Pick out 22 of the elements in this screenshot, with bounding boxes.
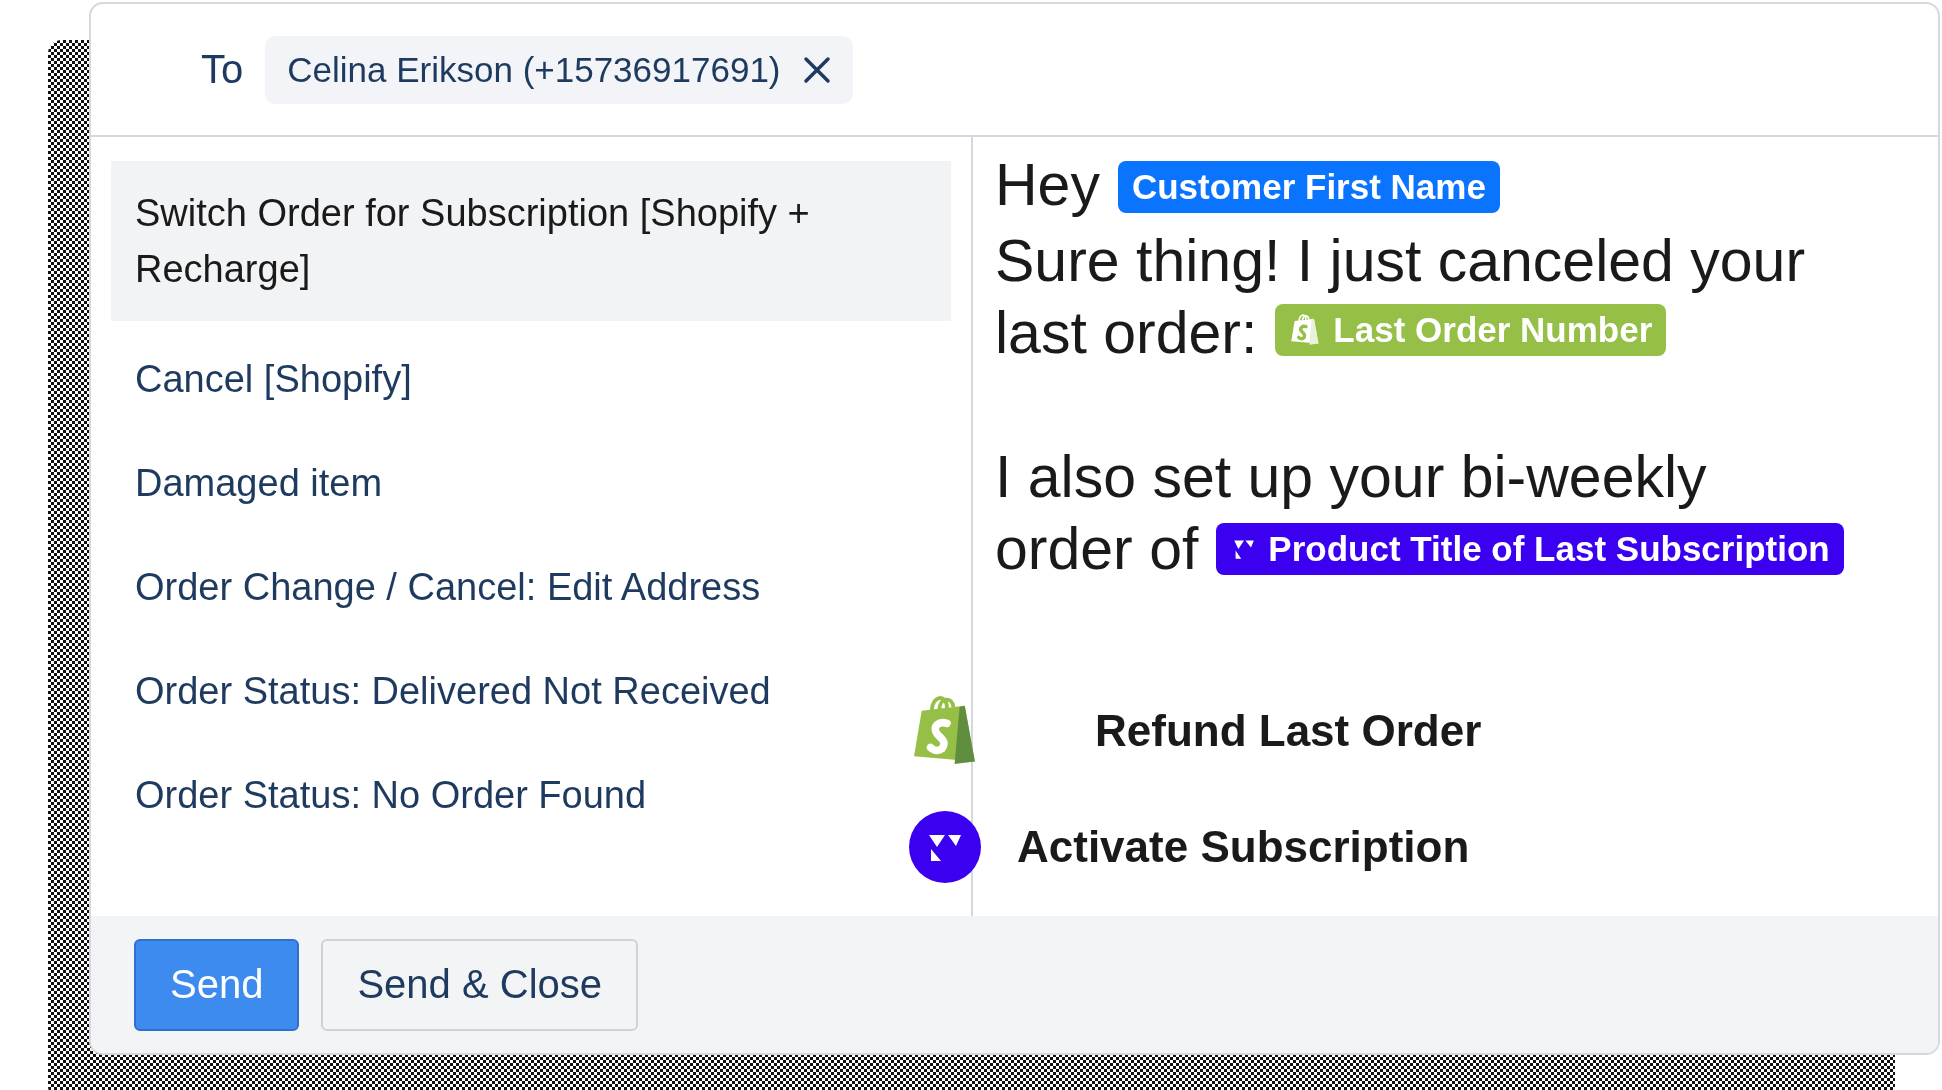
variable-tag: Last Order Number [1275, 304, 1667, 356]
message-text: I also set up your bi-weekly [995, 444, 1707, 510]
macro-item[interactable]: Switch Order for Subscription [Shopify + Recharge] [111, 161, 951, 321]
message-text: Sure thing! I just canceled your [995, 228, 1806, 294]
message-text: Hey [995, 152, 1100, 218]
action-label[interactable]: Refund Last Order [1095, 706, 1482, 756]
variable-tag: Product Title of Last Subscription [1216, 523, 1844, 575]
recipient-name: Celina Erikson (+15736917691) [287, 49, 781, 90]
recharge-logo-icon [909, 811, 981, 883]
macro-item[interactable]: Cancel [Shopify] [111, 327, 436, 431]
recipient-chip[interactable]: Celina Erikson (+15736917691) [265, 35, 853, 104]
macro-item[interactable]: Order Status: Delivered Not Received [111, 639, 795, 743]
variable-tag: Customer First Name [1117, 161, 1500, 213]
macro-item[interactable]: Order Status: No Order Found [111, 743, 671, 847]
macro-item[interactable]: Order Change / Cancel: Edit Address [111, 535, 785, 639]
close-icon[interactable] [802, 55, 831, 84]
to-label: To [201, 47, 244, 92]
macro-item[interactable]: Damaged item [111, 431, 407, 535]
action-label[interactable]: Activate Subscription [1017, 822, 1470, 872]
send-close-button[interactable]: Send & Close [321, 938, 638, 1031]
message-text: last order: [995, 300, 1258, 366]
message-text: order of [995, 516, 1199, 582]
